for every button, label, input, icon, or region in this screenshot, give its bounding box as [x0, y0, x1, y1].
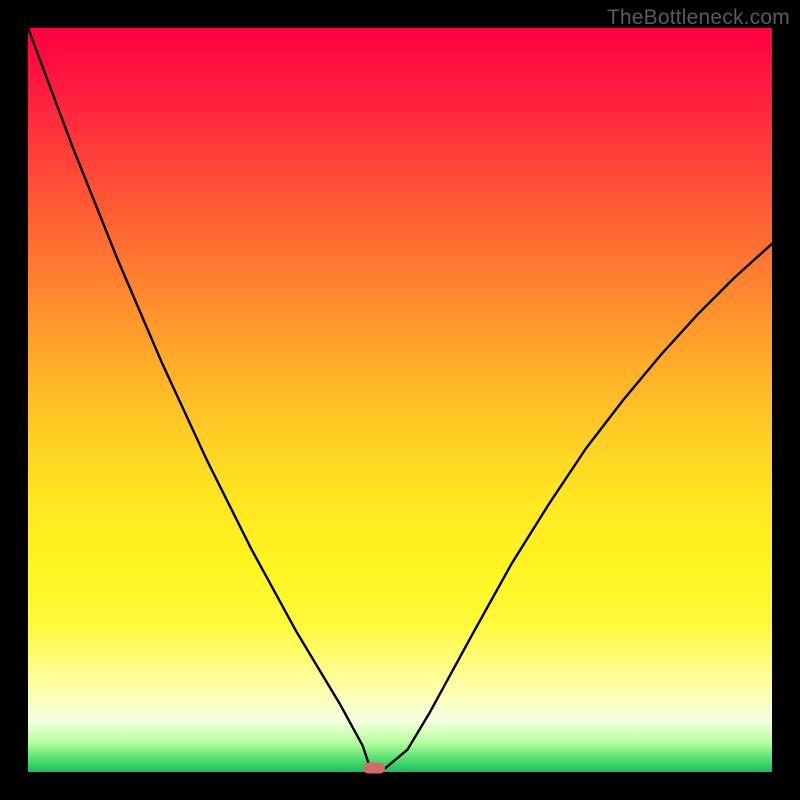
optimum-marker — [363, 763, 385, 774]
plot-area — [28, 28, 772, 772]
watermark-text: TheBottleneck.com — [607, 6, 790, 30]
chart-frame: TheBottleneck.com — [0, 0, 800, 800]
bottleneck-curve — [28, 28, 772, 772]
